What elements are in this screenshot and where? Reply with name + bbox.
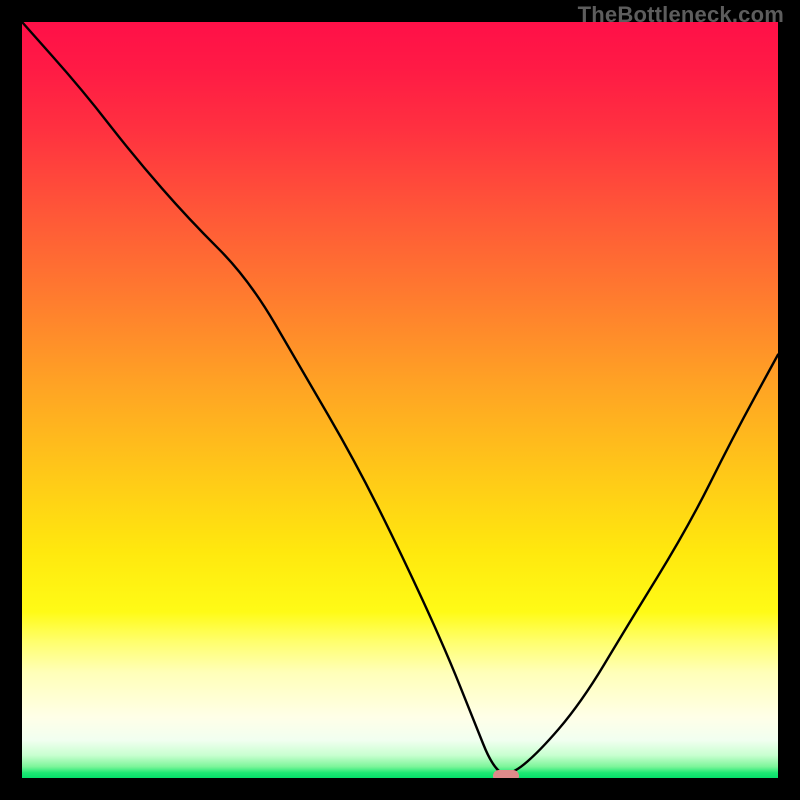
bottleneck-curve [22, 22, 778, 778]
optimal-marker [493, 770, 519, 778]
plot-area [22, 22, 778, 778]
curve-path [22, 22, 778, 773]
watermark-text: TheBottleneck.com [578, 2, 784, 28]
chart-container: TheBottleneck.com [0, 0, 800, 800]
